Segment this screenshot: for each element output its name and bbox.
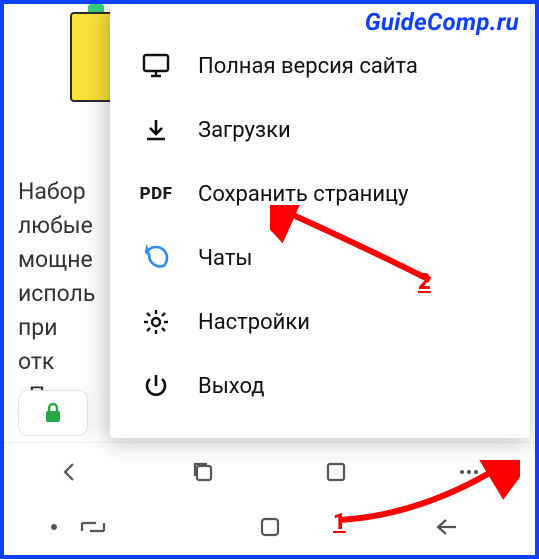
menu-item-label: Загрузки — [198, 118, 291, 143]
menu-item-chats[interactable]: Чаты — [110, 226, 530, 290]
annotation-label-2: 2 — [418, 270, 431, 295]
nav-dot — [24, 507, 84, 547]
monitor-icon — [136, 53, 176, 79]
annotation-label-1: 1 — [333, 510, 346, 535]
menu-item-downloads[interactable]: Загрузки — [110, 98, 530, 162]
pdf-icon: PDF — [136, 184, 176, 204]
menu-item-exit[interactable]: Выход — [110, 354, 530, 418]
device-navbar — [4, 498, 535, 556]
menu-item-settings[interactable]: Настройки — [110, 290, 530, 354]
power-icon — [136, 373, 176, 399]
menu-item-desktop-site[interactable]: Полная версия сайта — [110, 34, 530, 98]
toolbar-menu[interactable] — [439, 452, 499, 492]
watermark-text: GuideComp.ru — [365, 8, 519, 36]
menu-item-label: Сохранить страницу — [198, 182, 409, 207]
toolbar-tabs[interactable] — [173, 452, 233, 492]
toolbar-tabcount[interactable] — [306, 452, 366, 492]
menu-item-label: Чаты — [198, 246, 253, 271]
menu-item-label: Выход — [198, 374, 265, 399]
menu-item-label: Настройки — [198, 310, 310, 335]
gear-icon — [136, 308, 176, 336]
menu-item-label: Полная версия сайта — [198, 54, 418, 79]
chat-icon — [136, 244, 176, 272]
nav-home[interactable] — [240, 507, 300, 547]
nav-back[interactable] — [417, 507, 477, 547]
download-icon — [136, 117, 176, 143]
menu-item-save-page[interactable]: PDF Сохранить страницу — [110, 162, 530, 226]
browser-menu: Полная версия сайта Загрузки PDF Сохрани… — [110, 4, 530, 438]
browser-toolbar — [4, 442, 535, 500]
toolbar-back[interactable] — [40, 452, 100, 492]
address-bar-lock[interactable] — [18, 390, 88, 436]
lock-icon — [44, 402, 62, 424]
page-body-text: Набор любые мощне исполь при отк «Пане — [18, 175, 88, 413]
